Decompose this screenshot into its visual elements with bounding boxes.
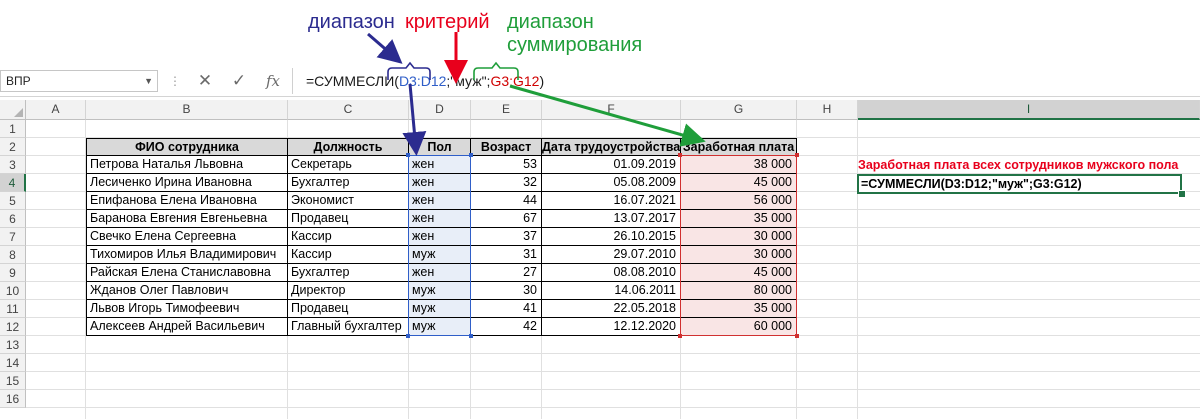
range-brace-icon [387, 61, 431, 80]
sum-range-brace-icon [473, 61, 519, 80]
range-to-column-arrow-icon [402, 83, 427, 156]
range-arrow-icon [367, 32, 403, 64]
sum-range-arrow-icon [509, 84, 706, 147]
annotation-overlay [367, 32, 706, 156]
